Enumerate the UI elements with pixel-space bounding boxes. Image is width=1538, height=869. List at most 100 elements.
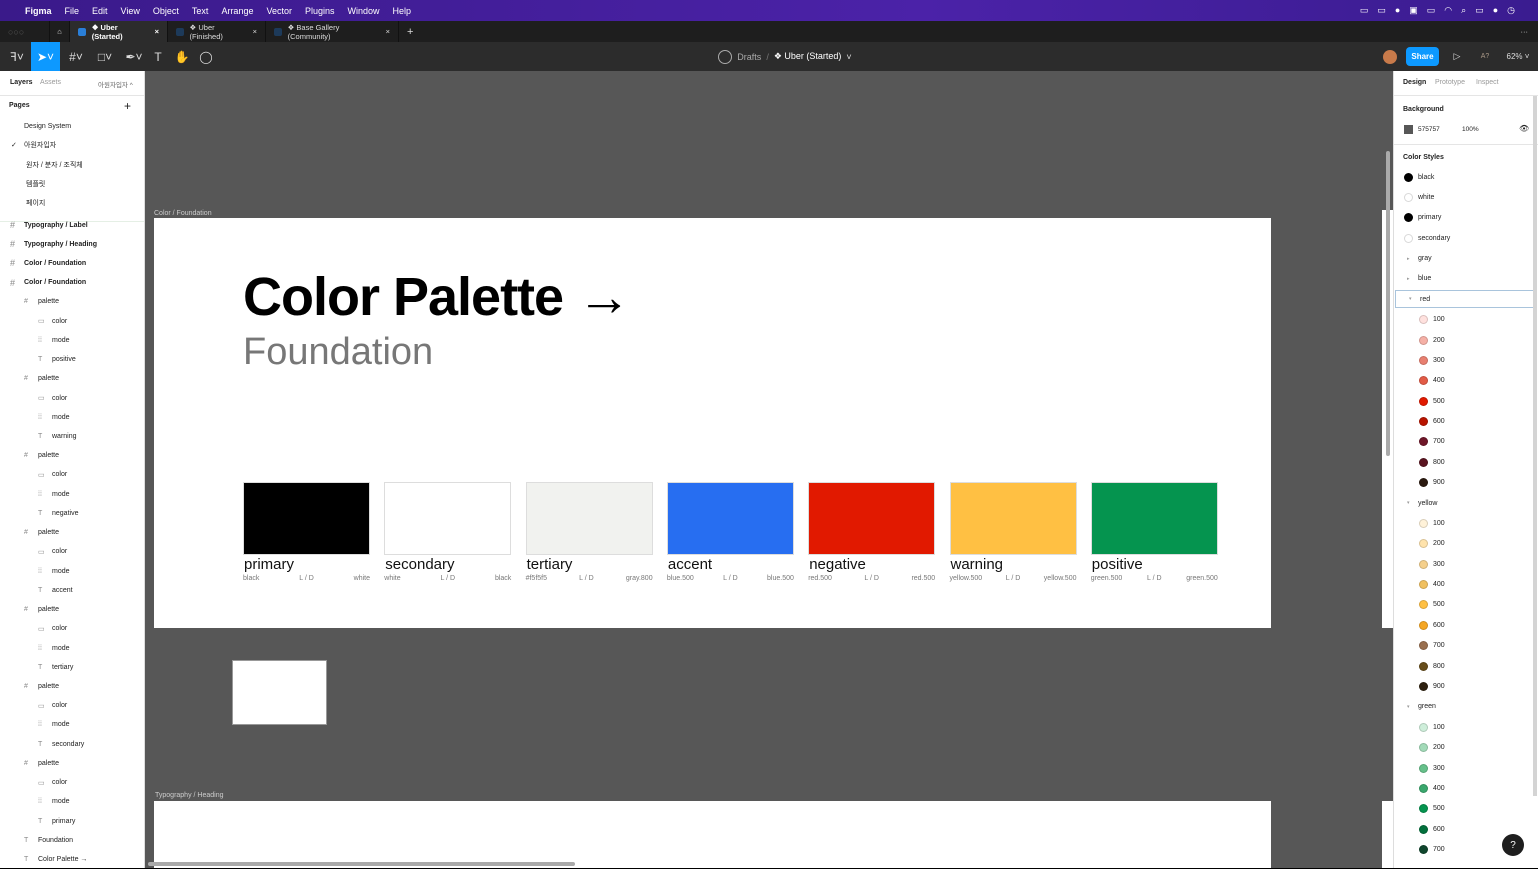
menu-text[interactable]: Text [192,6,209,16]
color-swatch-negative[interactable] [808,482,936,555]
color-style-item[interactable]: 200 [1394,739,1534,757]
chevron-icon[interactable]: ▾ [1407,704,1410,710]
layer-item[interactable]: T Foundation [0,831,144,849]
close-icon[interactable]: × [386,27,390,36]
layer-item[interactable]: # Typography / Heading [0,235,144,253]
layer-item[interactable]: ▭ color [0,312,144,330]
frame-label[interactable]: Typography / Heading [155,792,224,799]
color-style-item[interactable]: 600 [1394,616,1534,634]
color-style-item[interactable]: 100 [1394,718,1534,736]
layer-item[interactable]: Ttertiary [0,658,144,676]
color-foundation-frame[interactable]: Color Palette → Foundation primary black L… [154,218,1271,628]
color-style-item[interactable]: 300 [1394,759,1534,777]
tab-design[interactable]: Design [1403,79,1426,86]
layer-item[interactable]: # palette [0,293,144,311]
color-style-item[interactable]: 800 [1394,657,1534,675]
page-item[interactable]: 템플릿 [0,175,144,193]
color-style-item[interactable]: ▾ yellow [1394,494,1534,512]
color-swatch-secondary[interactable] [384,482,512,555]
layer-item[interactable]: # palette [0,524,144,542]
color-style-item[interactable]: black [1394,168,1534,186]
tab-assets[interactable]: Assets [40,79,61,86]
color-swatch-positive[interactable] [1090,482,1218,555]
color-style-item[interactable]: 400 [1394,372,1534,390]
menu-edit[interactable]: Edit [92,6,108,16]
frame-label[interactable]: Color / Foundation [154,210,212,217]
horizontal-scrollbar[interactable] [148,862,575,866]
tab-inspect[interactable]: Inspect [1476,79,1499,86]
menu-app[interactable]: Figma [25,6,52,16]
color-swatch-warning[interactable] [949,482,1077,555]
layer-item[interactable]: ⁞⁞ mode [0,639,144,657]
menu-file[interactable]: File [65,6,80,16]
layer-item[interactable]: Tsecondary [0,735,144,753]
color-swatch-primary[interactable] [243,482,370,555]
comment-tool-icon[interactable]: ◯ [198,42,214,71]
file-name[interactable]: ❖ Uber (Started) [774,51,842,62]
vertical-scrollbar[interactable] [1386,151,1390,456]
tab-layers[interactable]: Layers [10,79,33,86]
color-style-item[interactable]: 600 [1394,413,1534,431]
menu-help[interactable]: Help [393,6,412,16]
zoom-dropdown[interactable]: 62% ˅ [1505,42,1531,71]
white-rectangle[interactable] [232,660,327,725]
layer-item[interactable]: ⁞⁞ mode [0,408,144,426]
menu-view[interactable]: View [121,6,140,16]
home-icon[interactable]: ⌂ [50,21,70,42]
page-item[interactable]: Design System [0,117,144,135]
color-style-item[interactable]: ▾ red [1395,290,1536,309]
background-hex[interactable]: 575757 [1418,126,1440,133]
avatar[interactable] [1383,49,1397,64]
color-swatch-accent[interactable] [666,482,794,555]
color-style-item[interactable]: 200 [1394,331,1534,349]
close-icon[interactable]: × [253,27,257,36]
layer-item[interactable]: # palette [0,370,144,388]
color-style-item[interactable]: 500 [1394,392,1534,410]
new-tab-button[interactable]: + [399,21,421,42]
color-style-item[interactable]: 400 [1394,576,1534,594]
tab-uber-started[interactable]: ❖ Uber (Started) × [70,21,168,42]
background-swatch[interactable] [1404,125,1413,134]
layer-item[interactable]: T Color Palette → [0,851,144,869]
add-page-icon[interactable]: + [124,99,131,113]
panel-scrollbar[interactable] [1533,96,1537,796]
layer-item[interactable]: Tnegative [0,504,144,522]
layer-item[interactable]: # palette [0,601,144,619]
move-tool-icon[interactable]: ➤˅ [31,42,60,71]
font-missing-button[interactable]: A? [1478,42,1492,71]
layer-item[interactable]: ▭ color [0,620,144,638]
menu-arrange[interactable]: Arrange [221,6,253,16]
typography-heading-frame[interactable] [154,801,1271,868]
page-item[interactable]: 페이지 [0,194,144,212]
color-style-item[interactable]: 800 [1394,453,1534,471]
window-controls[interactable]: ○○○ [0,21,50,42]
eye-icon[interactable]: 👁 [1519,124,1529,133]
layer-item[interactable]: Tprimary [0,812,144,830]
chevron-icon[interactable]: ▾ [1409,296,1412,302]
layer-item[interactable]: Tpositive [0,351,144,369]
color-style-item[interactable]: 700 [1394,433,1534,451]
color-style-item[interactable]: 500 [1394,596,1534,614]
main-menu-icon[interactable]: ꟻ˅ [4,42,30,71]
page-dropdown[interactable]: 아원자입자 ^ [98,79,133,89]
background-opacity[interactable]: 100% [1462,126,1479,133]
color-style-item[interactable]: 300 [1394,555,1534,573]
canvas[interactable]: Color / Foundation Color Palette → Found… [145,71,1393,868]
menu-window[interactable]: Window [348,6,380,16]
color-style-item[interactable]: ▾ green [1394,698,1534,716]
color-style-item[interactable]: primary [1394,209,1534,227]
color-style-item[interactable]: 900 [1394,474,1534,492]
tab-uber-finished[interactable]: ❖ Uber (Finished) × [168,21,266,42]
color-style-item[interactable]: 100 [1394,311,1534,329]
layer-item[interactable]: Taccent [0,581,144,599]
layer-item[interactable]: Twarning [0,428,144,446]
adjacent-frame[interactable] [1382,801,1393,868]
layer-item[interactable]: # palette [0,447,144,465]
color-swatch-tertiary[interactable] [525,482,653,555]
share-button[interactable]: Share [1406,47,1439,66]
layer-item[interactable]: # Color / Foundation [0,274,144,292]
layer-item[interactable]: ▭ color [0,774,144,792]
layer-item[interactable]: # Color / Foundation [0,254,144,272]
layer-item[interactable]: ▭ color [0,543,144,561]
color-style-item[interactable]: ▸ gray [1394,250,1534,268]
